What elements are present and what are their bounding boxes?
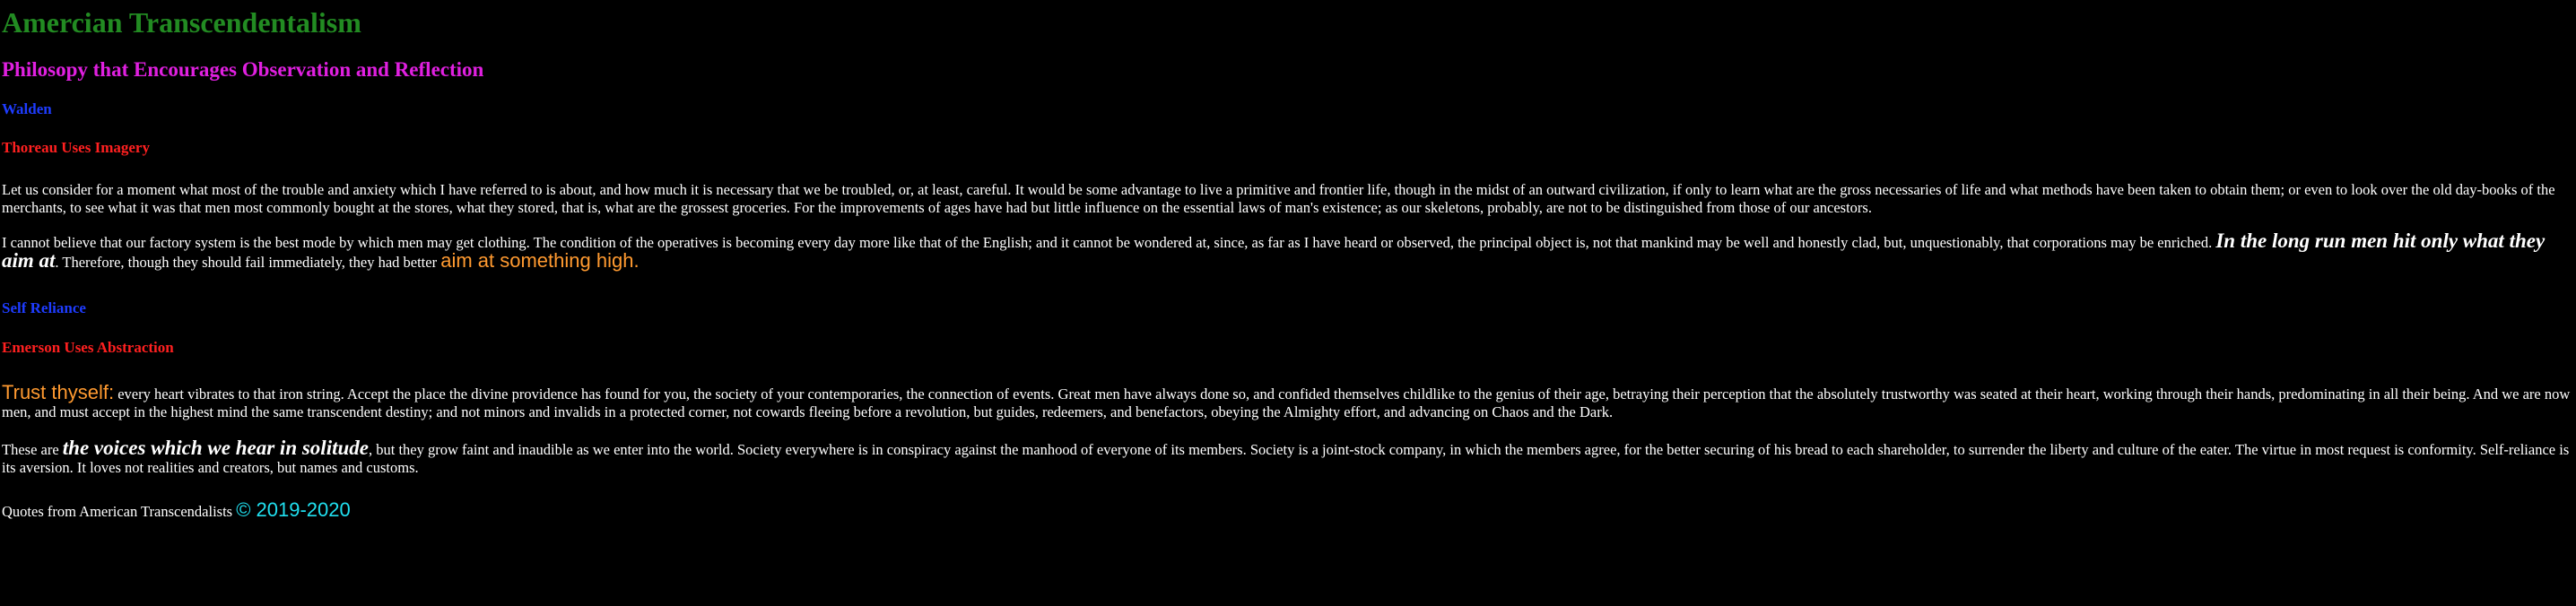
copyright: © 2019-2020	[236, 498, 351, 521]
self-reliance-highlight: Trust thyself:	[2, 381, 115, 403]
self-reliance-paragraph-2-start: These are	[2, 441, 63, 458]
self-reliance-quote: the voices which we hear in solitude	[62, 437, 369, 459]
self-reliance-paragraph-1: Trust thyself: every heart vibrates to t…	[2, 381, 2572, 421]
walden-paragraph-2-middle: . Therefore, though they should fail imm…	[55, 254, 441, 271]
self-reliance-paragraph-1-text: every heart vibrates to that iron string…	[2, 385, 2571, 420]
footer-text: Quotes from American Transcendalists	[2, 503, 237, 520]
self-reliance-paragraph-2-text: , but they grow faint and inaudible as w…	[2, 441, 2570, 476]
walden-paragraph-1: Let us consider for a moment what most o…	[2, 181, 2555, 216]
section-subheading-emerson: Emerson Uses Abstraction	[2, 339, 174, 356]
section-heading-walden: Walden	[2, 100, 52, 117]
page-subtitle: Philosopy that Encourages Observation an…	[2, 58, 484, 81]
page-title: Amercian Transcendentalism	[2, 6, 361, 39]
walden-paragraph-2-text: I cannot believe that our factory system…	[2, 234, 2216, 251]
page: Amercian Transcendentalism Philosopy tha…	[0, 0, 2576, 606]
walden-highlight: aim at something high.	[440, 249, 640, 272]
footer: Quotes from American Transcendalists © 2…	[2, 498, 351, 524]
walden-paragraph-2: I cannot believe that our factory system…	[2, 230, 2572, 272]
section-subheading-thoreau: Thoreau Uses Imagery	[2, 139, 150, 156]
section-heading-self-reliance: Self Reliance	[2, 299, 86, 316]
self-reliance-paragraph-2: These are the voices which we hear in so…	[2, 437, 2572, 477]
